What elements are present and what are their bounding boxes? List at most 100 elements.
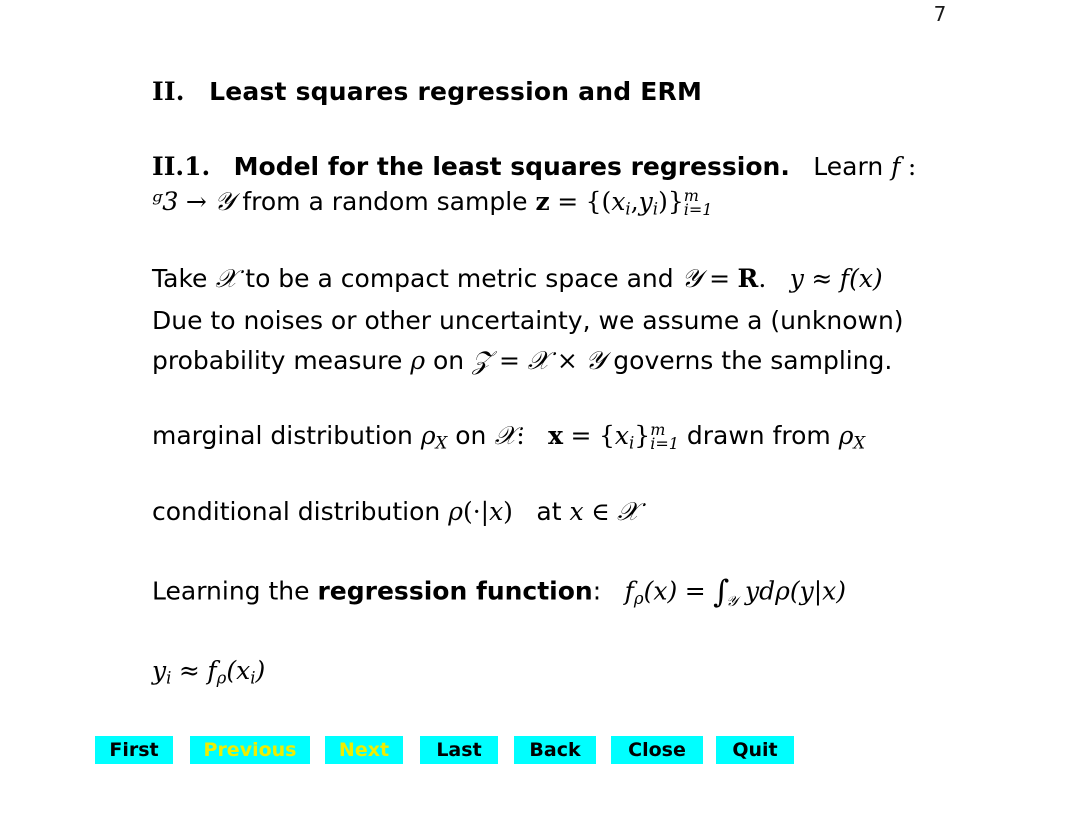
p3-at: at (536, 496, 562, 526)
p2-on: on (455, 421, 487, 451)
math-set-close: )} (658, 187, 684, 217)
math-cal-Y-2: 𝒴 (585, 346, 606, 377)
math-rho-X-2-subscript: X (853, 433, 866, 453)
math-y-var: y (789, 264, 804, 294)
paragraph1-line-1: Take 𝒳 to be a compact metric space and … (152, 259, 1032, 300)
math-integral-domain: 𝒴 (726, 593, 738, 610)
math-final-y: y (152, 656, 167, 686)
math-codomain-Y: 𝒴 (214, 187, 235, 218)
math-set-open-2: { (599, 421, 615, 451)
math-set-open: {( (585, 187, 612, 217)
p1-measure-text: probability measure (152, 346, 403, 376)
p3-label: conditional distribution (152, 496, 441, 526)
subsection-lead-text: Learn (813, 151, 884, 181)
math-f: f (891, 151, 901, 181)
math-f-2: f (839, 264, 850, 294)
p4-bold-term: regression function (317, 576, 593, 606)
p4-colon: : (592, 576, 602, 606)
nav-button-next[interactable]: Next (325, 736, 403, 764)
math-final-close: ) (255, 656, 266, 686)
p1-governs-text: governs the sampling. (613, 346, 893, 376)
math-rho-conditional: ρ (448, 496, 463, 526)
paragraph4-line: Learning the regression function: fρ(x) =… (152, 567, 1032, 617)
p2-drawn-from: drawn from (686, 421, 831, 451)
math-index-range-2: m i=1 (650, 421, 679, 454)
math-integrand-d: d (759, 576, 776, 606)
math-cond-args-close: ) (503, 496, 513, 526)
math-final-f-subscript: ρ (216, 668, 227, 688)
math-index-lower: i=1 (683, 200, 713, 220)
paragraph5-line: yi ≈ fρ(xi) (152, 651, 1032, 692)
paragraph-final-equation: yi ≈ fρ(xi) (152, 651, 1032, 692)
paragraph-conditional-distribution: conditional distribution ρ(·|x) at x ∈ 𝒳 (152, 492, 1032, 533)
math-integrand-rho: ρ (775, 576, 790, 606)
math-equals-5: = (684, 576, 706, 606)
math-f-args: (x) (849, 264, 883, 294)
math-final-approx: ≈ (178, 656, 200, 686)
subsection-title: Model for the least squares regression. (233, 151, 790, 181)
math-final-f: f (207, 656, 217, 686)
math-cal-X-2: 𝒳 (527, 346, 550, 377)
slide-canvas: II. Least squares regression and ERM II.… (0, 0, 1080, 834)
math-set-close-2: } (634, 421, 651, 451)
math-cal-X-4: 𝒳 (617, 496, 640, 527)
math-reals-R: R (737, 264, 759, 294)
page-number: 7 (933, 2, 947, 26)
math-rho-X-subscript: X (435, 433, 448, 453)
math-equals-3: = (498, 346, 520, 376)
math-cal-Y: 𝒴 (681, 264, 702, 295)
subsection-block: II.1. Model for the least squares regres… (152, 149, 1032, 222)
math-final-y-subscript: i (166, 668, 172, 688)
slide-content: II. Least squares regression and ERM II.… (152, 77, 1032, 723)
math-index-range: m i=1 (683, 187, 713, 220)
p1-on: on (432, 346, 465, 376)
math-rho: ρ (410, 346, 426, 376)
math-cond-args-open: (·| (462, 496, 490, 526)
math-f-rho-subscript: ρ (633, 589, 644, 609)
navigation-bar: First Previous Next Last Back Close Quit (0, 736, 1080, 766)
math-integrand-args: (y|x) (789, 576, 846, 606)
math-sample-z: z (535, 187, 550, 217)
math-comma: , (630, 187, 639, 217)
nav-button-first[interactable]: First (95, 736, 173, 764)
nav-button-previous[interactable]: Previous (190, 736, 310, 764)
paragraph1-line-3: probability measure ρ on 𝒵 = 𝒳 × 𝒴 governs t… (152, 341, 1032, 382)
math-integrand-y: y (745, 576, 760, 606)
math-domain-X: ᵍ3 (152, 187, 179, 218)
math-element-of: ∈ (591, 496, 610, 526)
p4-learning-text: Learning the (152, 576, 310, 606)
math-cond-x: x (489, 496, 504, 526)
math-times: × (556, 346, 578, 376)
math-equals: = (557, 187, 579, 217)
math-cal-Z: 𝒵 (472, 346, 492, 377)
math-colon-2: : (516, 421, 525, 451)
math-arrow: → (185, 187, 207, 217)
subsection-line-1: II.1. Model for the least squares regres… (152, 149, 1032, 185)
subsection-from-text: from a random sample (242, 187, 528, 217)
math-f-rho-args: (x) (643, 576, 678, 606)
math-y: y (638, 187, 653, 217)
math-cal-X-3: 𝒳 (494, 421, 517, 452)
math-period: . (758, 264, 767, 294)
math-bold-x: x (548, 421, 564, 451)
math-equals-2: = (709, 264, 731, 294)
math-approx: ≈ (811, 264, 833, 294)
nav-button-last[interactable]: Last (420, 736, 498, 764)
section-heading-text: Least squares regression and ERM (209, 77, 703, 106)
math-x-elem: x (569, 496, 584, 526)
p1-take: Take (152, 264, 208, 294)
nav-button-quit[interactable]: Quit (716, 736, 794, 764)
math-final-open: ( (226, 656, 237, 686)
math-f-rho: f (624, 576, 634, 606)
paragraph-probability-setup: Take 𝒳 to be a compact metric space and … (152, 259, 1032, 382)
nav-button-back[interactable]: Back (514, 736, 596, 764)
math-index-lower-2: i=1 (650, 434, 679, 454)
math-x-2: x (614, 421, 630, 451)
paragraph3-line: conditional distribution ρ(·|x) at x ∈ 𝒳 (152, 492, 1032, 533)
paragraph1-line-2: Due to noises or other uncertainty, we a… (152, 305, 904, 335)
nav-button-close[interactable]: Close (611, 736, 703, 764)
math-equals-4: = (570, 421, 592, 451)
section-numeral: II. (152, 77, 185, 106)
subsection-line-2: ᵍ3 → 𝒴 from a random sample z = {(xi,yi)} m i=… (152, 184, 1032, 221)
paragraph2-line: marginal distribution ρX on 𝒳: x = {xi} m i=… (152, 416, 1032, 457)
